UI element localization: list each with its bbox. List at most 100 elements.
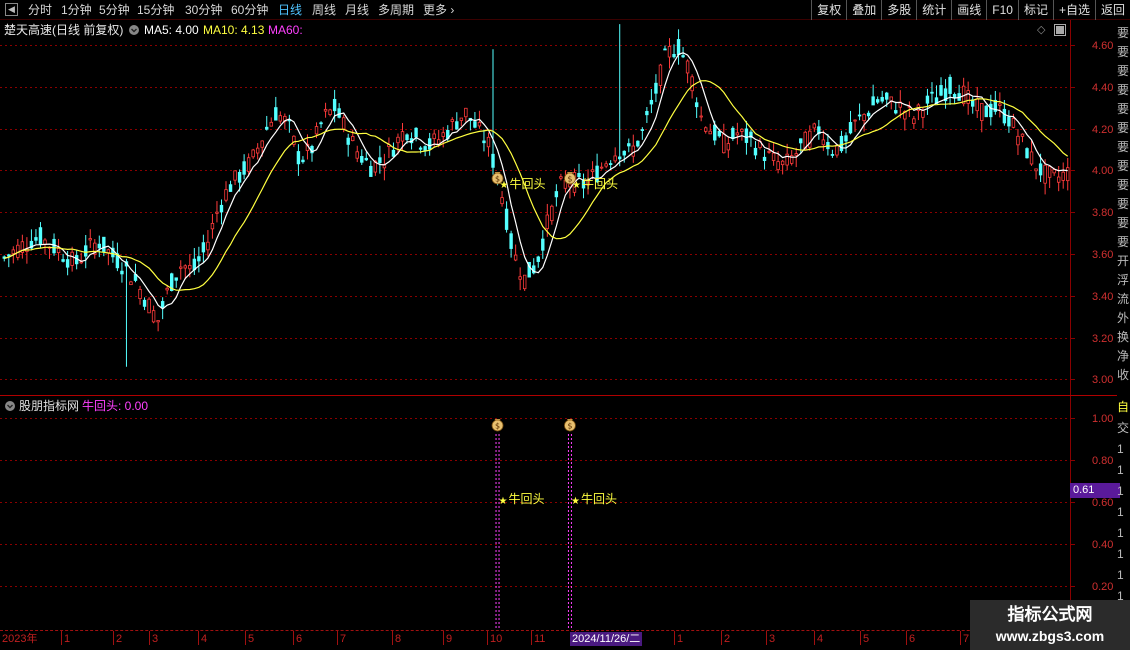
- tab-label: 1分钟: [61, 3, 92, 17]
- toolbar-button-1[interactable]: 叠加: [846, 0, 881, 20]
- candle: [156, 320, 160, 332]
- chart-menu-icon[interactable]: [1054, 24, 1066, 39]
- candle: [925, 88, 930, 115]
- toolbar-button-6[interactable]: 标记: [1017, 0, 1053, 20]
- period-toolbar: ◀ 分时 1分钟 5分钟 15分钟 30分钟 60分钟 日线 周线 月线 多周期 更多 › 复权 叠加…: [0, 0, 1130, 20]
- candle: [228, 180, 233, 192]
- candle: [20, 234, 25, 259]
- candle: [138, 285, 142, 305]
- candle: [210, 213, 215, 239]
- indicator-signal-bar: [495, 434, 500, 630]
- quote-panel-glyph: 外: [1117, 311, 1130, 325]
- quote-panel-glyph: 1: [1117, 463, 1124, 477]
- candle: [296, 144, 301, 176]
- date-tick: [860, 631, 861, 645]
- candle: [233, 170, 237, 186]
- toolbar-button-7[interactable]: +自选: [1052, 0, 1095, 20]
- candle: [197, 246, 201, 273]
- candle: [351, 129, 355, 142]
- candle: [509, 230, 513, 258]
- candle: [120, 262, 124, 283]
- watermark-url: www.zbgs3.com: [995, 628, 1105, 644]
- tab-label: 15分钟: [137, 3, 175, 17]
- candle: [16, 238, 20, 261]
- candle: [215, 201, 219, 223]
- candle: [287, 114, 292, 133]
- tab-5[interactable]: 60分钟: [231, 2, 268, 18]
- price-tick: 3.20: [1092, 332, 1114, 345]
- chart-settings-icon[interactable]: [128, 23, 140, 38]
- indicator-signal-label: 牛回头: [580, 492, 617, 506]
- candle: [604, 160, 608, 169]
- candle: [658, 63, 663, 94]
- candle: [771, 143, 776, 166]
- candle: [853, 119, 857, 132]
- quote-panel-glyph: 收: [1117, 368, 1130, 382]
- tab-3[interactable]: 15分钟: [137, 2, 174, 18]
- toolbar-button-0[interactable]: 复权: [811, 0, 846, 20]
- quote-panel-glyph: 要: [1117, 26, 1130, 40]
- candle: [817, 119, 821, 140]
- tab-4[interactable]: 30分钟: [185, 2, 222, 18]
- candle: [993, 90, 998, 115]
- date-tick: [61, 631, 62, 645]
- candle: [269, 117, 273, 127]
- quote-panel-glyph: 1: [1117, 526, 1124, 540]
- date-tick: [814, 631, 815, 645]
- candle: [550, 204, 554, 225]
- candle: [459, 117, 464, 127]
- date-label: 4: [817, 633, 824, 645]
- candle: [631, 134, 635, 163]
- date-tick: [487, 631, 488, 645]
- toolbar-button-4[interactable]: 画线: [951, 0, 986, 20]
- candle: [486, 132, 491, 157]
- toolbar-button-5[interactable]: F10: [986, 0, 1018, 20]
- tab-7[interactable]: 周线: [312, 2, 336, 18]
- diamond-icon[interactable]: ◇: [1037, 23, 1045, 37]
- candle: [685, 59, 690, 84]
- candle: [672, 44, 676, 59]
- tab-10[interactable]: 更多 ›: [423, 2, 454, 18]
- indicator-tick: 0.60: [1092, 496, 1114, 509]
- tab-1[interactable]: 1分钟: [61, 2, 92, 18]
- candle: [93, 239, 97, 259]
- date-label: 8: [395, 633, 402, 645]
- candle: [179, 260, 183, 280]
- date-label: 4: [201, 633, 208, 645]
- candle: [265, 115, 269, 131]
- candle: [34, 229, 38, 244]
- candle: [43, 238, 47, 255]
- indicator-name: 股朋指标网: [19, 399, 80, 413]
- tab-2[interactable]: 5分钟: [99, 2, 130, 18]
- tab-0[interactable]: 分时: [28, 2, 52, 18]
- candle: [649, 88, 654, 114]
- candle: [645, 106, 649, 123]
- tab-label: 日线: [278, 3, 303, 17]
- quote-panel-glyph: 要: [1117, 140, 1130, 154]
- tab-9[interactable]: 多周期: [378, 2, 414, 18]
- candle: [219, 199, 224, 225]
- candle: [115, 242, 120, 272]
- money-bag-icon: $: [491, 419, 504, 432]
- indicator-chart[interactable]: $ ★ $ ★: [0, 396, 1117, 630]
- price-chart[interactable]: $★$★: [0, 20, 1117, 396]
- quote-panel-glyph: 要: [1117, 121, 1130, 135]
- ma5-label: MA5: 4.00: [144, 23, 199, 37]
- candle: [762, 149, 767, 170]
- candle: [613, 147, 617, 164]
- candle: [391, 142, 396, 158]
- tab-6[interactable]: 日线: [278, 2, 302, 18]
- toolbar-button-3[interactable]: 统计: [916, 0, 951, 20]
- signal-star-icon: ★: [499, 496, 508, 507]
- candle: [948, 74, 952, 105]
- toolbar-back-icon[interactable]: ◀: [5, 3, 18, 16]
- date-label: 2: [724, 633, 731, 645]
- toolbar-button-2[interactable]: 多股: [881, 0, 916, 20]
- candle: [346, 133, 350, 157]
- tab-8[interactable]: 月线: [345, 2, 369, 18]
- signal-label: 牛回头: [509, 177, 546, 191]
- indicator-toggle-icon[interactable]: [4, 399, 16, 414]
- toolbar-button-8[interactable]: 返回: [1094, 0, 1130, 20]
- candle: [749, 129, 753, 147]
- quote-panel-glyph: 自: [1117, 400, 1130, 414]
